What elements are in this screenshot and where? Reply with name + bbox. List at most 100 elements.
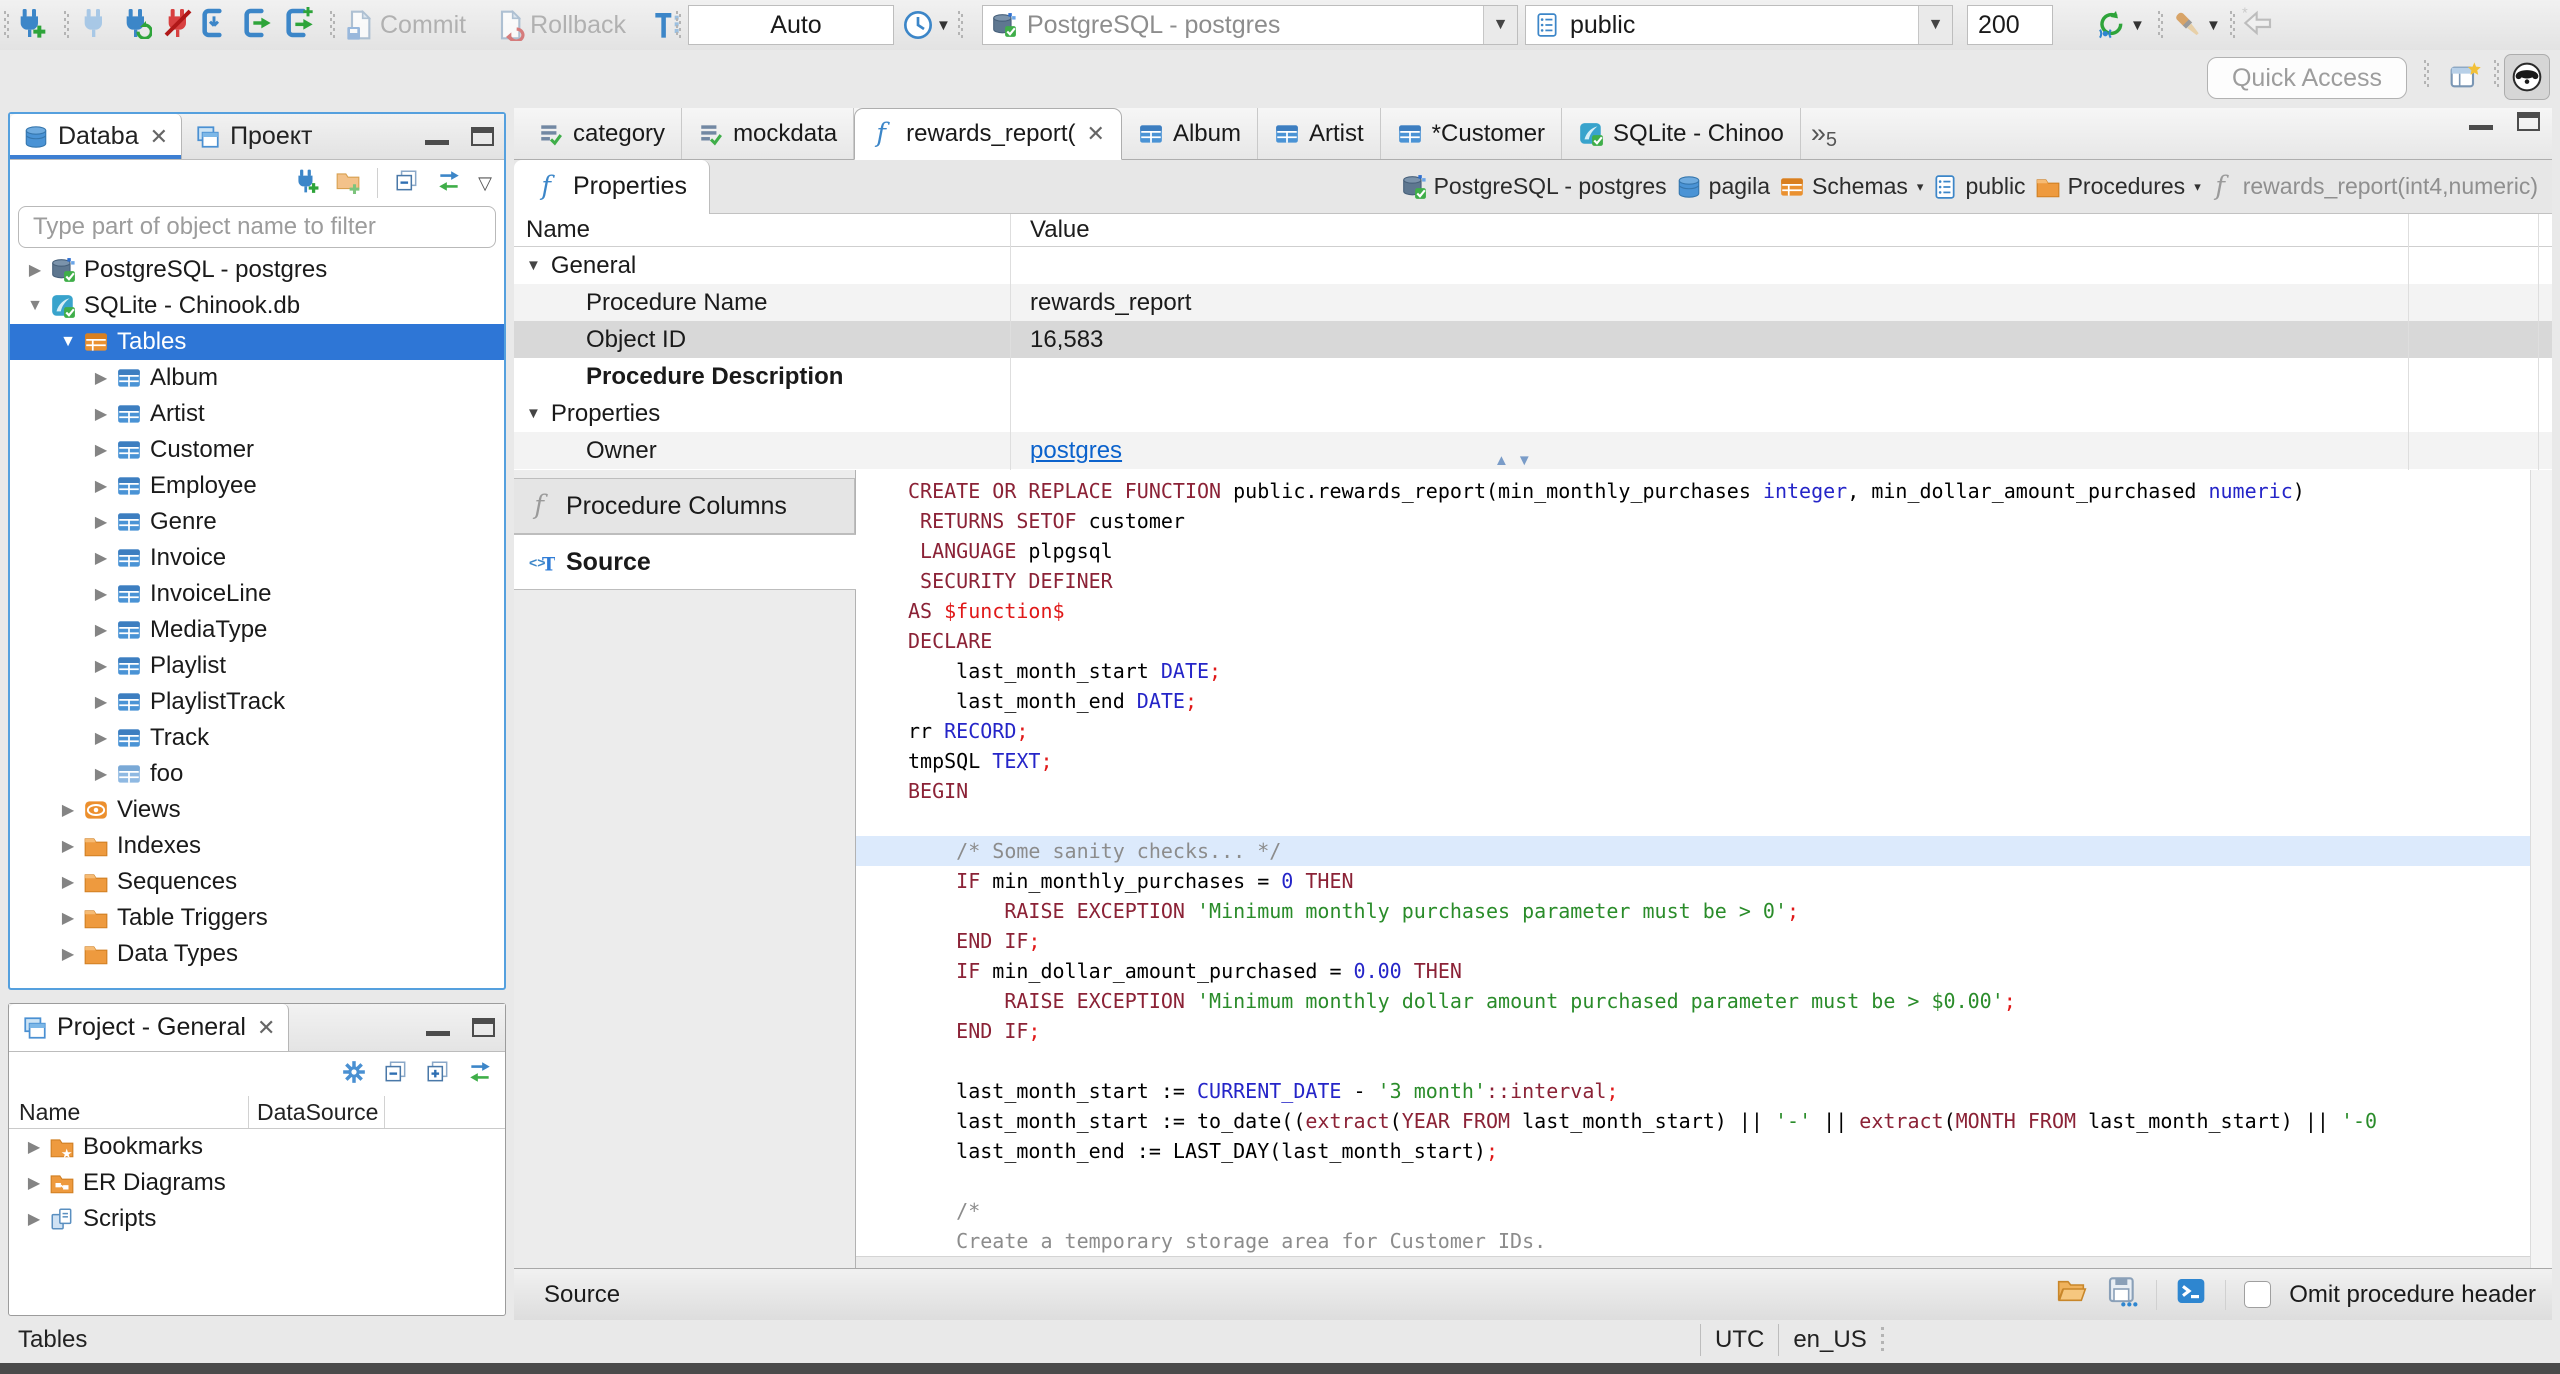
maximize-icon[interactable] [471, 127, 494, 146]
toolbar-grip[interactable] [676, 11, 681, 39]
tree-item-playlist[interactable]: ▶ Playlist [10, 648, 504, 684]
column-divider[interactable] [2408, 214, 2409, 470]
toolbar-grip[interactable] [2158, 11, 2163, 39]
column-datasource[interactable]: DataSource [249, 1096, 385, 1128]
tree-item-genre[interactable]: ▶ Genre [10, 504, 504, 540]
source-viewer[interactable]: CREATE OR REPLACE FUNCTION public.reward… [856, 470, 2552, 1268]
column-divider[interactable] [2538, 214, 2539, 470]
tree-item-views[interactable]: ▶ Views [10, 792, 504, 828]
project-collapse-all-button[interactable] [383, 1059, 409, 1090]
collapse-all-button[interactable] [394, 168, 420, 199]
tree-item-customer[interactable]: ▶ Customer [10, 432, 504, 468]
chevron-collapsed-icon[interactable]: ▶ [86, 692, 116, 712]
back-history-button[interactable] [2242, 7, 2274, 44]
horizontal-scrollbar[interactable] [856, 1256, 2530, 1268]
editor-tab-artist[interactable]: Artist [1258, 108, 1381, 159]
open-perspective-button[interactable] [2442, 54, 2488, 100]
tree-item-album[interactable]: ▶ Album [10, 360, 504, 396]
tab-properties[interactable]: Properties [514, 159, 710, 214]
maximize-icon[interactable] [2517, 112, 2540, 131]
chevron-collapsed-icon[interactable]: ▶ [86, 728, 116, 748]
chevron-collapsed-icon[interactable]: ▶ [86, 368, 116, 388]
tab-database-navigator[interactable]: Databa ✕ [10, 114, 183, 159]
chevron-collapsed-icon[interactable]: ▶ [53, 944, 83, 964]
toolbar-grip[interactable] [330, 11, 335, 39]
navigator-filter-input[interactable]: Type part of object name to filter [18, 206, 496, 248]
chevron-collapsed-icon[interactable]: ▶ [86, 440, 116, 460]
breadcrumb-schemas[interactable]: Schemas ▾ [1779, 173, 1923, 200]
tree-item-artist[interactable]: ▶ Artist [10, 396, 504, 432]
section-tab-procedure-columns[interactable]: Procedure Columns [514, 478, 855, 534]
grid-row-procedure-description[interactable]: Procedure Description [514, 358, 2552, 395]
maximize-icon[interactable] [472, 1018, 495, 1037]
view-menu-button[interactable]: ▽ [478, 173, 492, 194]
editor-tab-mockdata[interactable]: mockdata [682, 108, 855, 159]
fetch-size-input[interactable]: 200 [1967, 5, 2053, 45]
quick-access-input[interactable]: Quick Access [2207, 57, 2407, 99]
chevron-expanded-icon[interactable]: ▼ [20, 297, 50, 315]
active-connection-combo[interactable]: PostgreSQL - postgres ▼ [982, 5, 1518, 45]
load-from-file-button[interactable] [2056, 1275, 2088, 1314]
breadcrumb-procedures[interactable]: Procedures ▾ [2035, 173, 2201, 200]
chevron-collapsed-icon[interactable]: ▶ [53, 908, 83, 928]
tree-item-indexes[interactable]: ▶ Indexes [10, 828, 504, 864]
minimize-icon[interactable] [425, 140, 449, 145]
minimize-icon[interactable] [2469, 125, 2493, 130]
connect-button[interactable] [78, 7, 110, 44]
toolbar-grip[interactable] [958, 11, 963, 39]
connection-dropdown-button[interactable]: ▼ [1483, 6, 1517, 44]
breadcrumb-pagila[interactable]: pagila [1676, 173, 1770, 200]
project-item-bookmarks[interactable]: ▶ Bookmarks [9, 1129, 505, 1165]
tab-project-general[interactable]: Project - General ✕ [9, 1004, 290, 1051]
chevron-down-icon[interactable]: ▾ [1917, 179, 1924, 195]
save-to-file-button[interactable] [2106, 1275, 2138, 1314]
chevron-collapsed-icon[interactable]: ▶ [53, 836, 83, 856]
tree-item-tables[interactable]: ▼ Tables [10, 324, 504, 360]
grid-row-owner[interactable]: Owner postgres [514, 432, 2552, 469]
tree-item-foo[interactable]: ▶ foo [10, 756, 504, 792]
link-with-editor-button[interactable] [436, 168, 462, 199]
navigator-new-connection-button[interactable] [293, 168, 319, 199]
collapse-up-icon[interactable]: ▲ [1494, 452, 1509, 469]
chevron-collapsed-icon[interactable]: ▶ [86, 548, 116, 568]
chevron-down-icon[interactable]: ▾ [2194, 179, 2201, 195]
owner-link[interactable]: postgres [1030, 437, 1122, 464]
commit-button[interactable]: Commit [344, 9, 466, 41]
tree-item-sequences[interactable]: ▶ Sequences [10, 864, 504, 900]
chevron-collapsed-icon[interactable]: ▶ [86, 404, 116, 424]
mock-data-button[interactable]: ▼ [2172, 9, 2221, 41]
chevron-collapsed-icon[interactable]: ▶ [86, 476, 116, 496]
omit-procedure-header-checkbox[interactable] [2244, 1281, 2272, 1308]
editor-tab-rewards-report[interactable]: rewards_report(✕ [854, 108, 1122, 160]
toolbar-grip[interactable] [2230, 11, 2235, 39]
disconnect-button[interactable] [162, 7, 194, 44]
sql-editor-button[interactable] [198, 7, 230, 44]
active-schema-combo[interactable]: public ▼ [1525, 5, 1953, 45]
project-expand-all-button[interactable] [425, 1059, 451, 1090]
project-link-editor-button[interactable] [467, 1059, 493, 1090]
tab-projects[interactable]: Проект [182, 114, 325, 159]
toolbar-grip[interactable] [2424, 60, 2429, 88]
toolbar-grip[interactable] [4, 11, 9, 39]
group-expanded-icon[interactable]: ▼ [526, 257, 541, 274]
project-settings-button[interactable] [341, 1059, 367, 1090]
grid-row-procedure-name[interactable]: Procedure Name rewards_report [514, 284, 2552, 321]
collapse-down-icon[interactable]: ▼ [1517, 452, 1532, 469]
new-sql-editor-button[interactable] [282, 7, 314, 44]
close-icon[interactable]: ✕ [1087, 121, 1105, 147]
close-icon[interactable]: ✕ [150, 124, 168, 150]
open-in-sql-console-button[interactable] [2175, 1275, 2207, 1314]
breadcrumb-rewards-report-int4-numeric[interactable]: rewards_report(int4,numeric) [2210, 173, 2538, 200]
chevron-collapsed-icon[interactable]: ▶ [20, 260, 50, 280]
section-tab-source[interactable]: Source [514, 534, 857, 590]
dbeaver-perspective-button[interactable] [2504, 54, 2550, 100]
chevron-collapsed-icon[interactable]: ▶ [86, 656, 116, 676]
chevron-collapsed-icon[interactable]: ▶ [53, 872, 83, 892]
chevron-collapsed-icon[interactable]: ▶ [86, 512, 116, 532]
vertical-scrollbar[interactable] [2530, 470, 2552, 1268]
tree-item-data-types[interactable]: ▶ Data Types [10, 936, 504, 972]
tree-item-mediatype[interactable]: ▶ MediaType [10, 612, 504, 648]
editor-tab-category[interactable]: category [522, 108, 683, 159]
column-divider[interactable] [1010, 214, 1011, 470]
editor-tab-album[interactable]: Album [1122, 108, 1258, 159]
